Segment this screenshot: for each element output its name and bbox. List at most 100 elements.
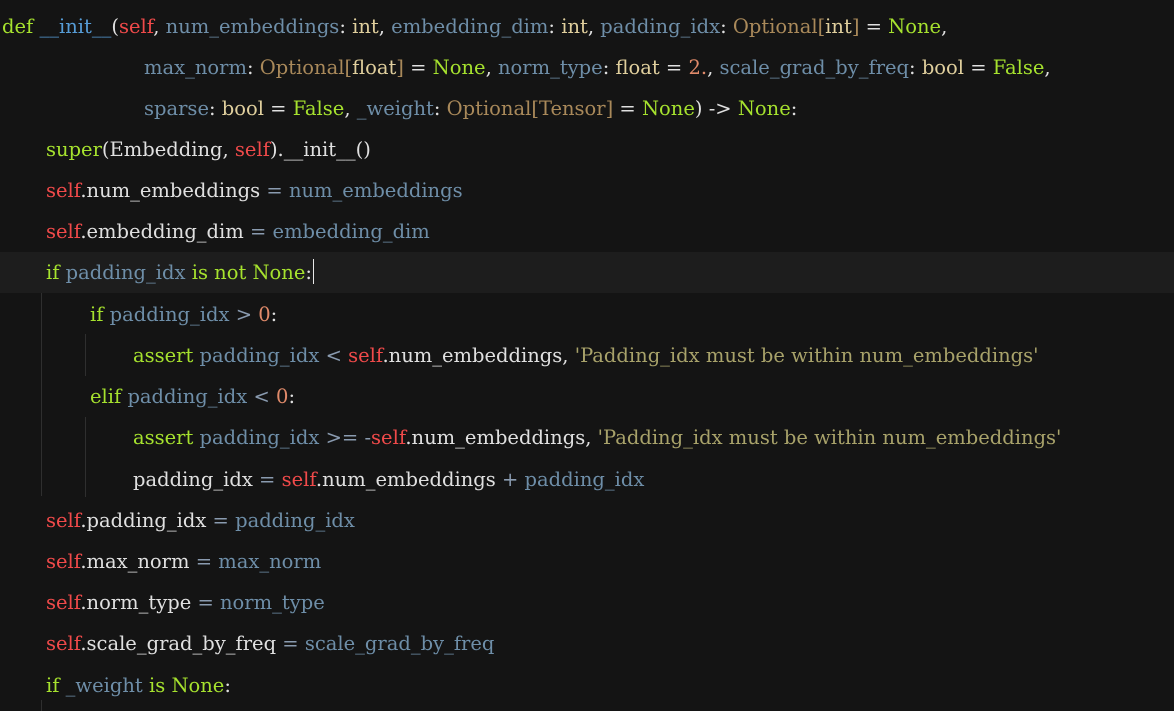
code-token-plain: :: [433, 97, 447, 120]
code-tokens: max_norm: Optional[float] = None, norm_t…: [144, 47, 1051, 88]
code-token-plain: .num_embeddings: [315, 468, 496, 491]
code-token-none-constant: None: [432, 56, 486, 79]
code-token-plain: =: [403, 56, 433, 79]
code-token-plain: ,: [707, 56, 720, 79]
code-token-keyword: is: [148, 674, 166, 697]
code-token-plain: ,: [587, 15, 601, 38]
code-token-plain: :: [288, 385, 296, 408]
code-line[interactable]: super(Embedding, self).__init__(): [0, 129, 1174, 170]
code-token-plain: .scale_grad_by_freq: [80, 632, 277, 655]
text-cursor: [312, 259, 314, 284]
code-token-type-annotation: Optional: [446, 97, 532, 120]
code-token-keyword: if: [46, 674, 60, 697]
code-token-plain: ,: [344, 97, 357, 120]
code-token-type-annotation: [: [344, 56, 353, 79]
code-token-self: self: [46, 179, 81, 202]
code-token-function-name: __init__: [39, 15, 112, 38]
code-token-keyword: assert: [133, 344, 194, 367]
code-token-type-builtin: int: [352, 15, 379, 38]
code-line[interactable]: max_norm: Optional[float] = None, norm_t…: [0, 47, 1174, 88]
code-line[interactable]: self.padding_idx = padding_idx: [0, 500, 1174, 541]
code-line[interactable]: self.embedding_dim = embedding_dim: [0, 211, 1174, 252]
code-line[interactable]: self.max_norm = max_norm: [0, 541, 1174, 582]
code-token-none-constant: None: [888, 15, 942, 38]
code-token-none-constant: None: [641, 97, 695, 120]
code-token-parameter: padding_idx: [235, 509, 355, 532]
code-token-none-constant: None: [252, 261, 306, 284]
code-token-parameter: padding_idx: [127, 385, 248, 408]
code-token-none-constant: False: [292, 97, 345, 120]
code-token-parameter: norm_type: [220, 591, 325, 614]
code-token-self: self: [234, 138, 270, 161]
code-token-none-constant: None: [171, 674, 225, 697]
code-token-type-builtin: int: [561, 15, 588, 38]
code-token-number: 0: [276, 385, 289, 408]
code-token-plain: (Embedding,: [101, 138, 235, 161]
code-token-plain: :: [270, 303, 278, 326]
code-token-parameter: num_embeddings: [288, 179, 463, 202]
code-token-plain: .padding_idx: [80, 509, 207, 532]
code-tokens: self.padding_idx = padding_idx: [46, 500, 355, 541]
code-token-plain: :: [790, 97, 798, 120]
code-token-operator: =: [243, 220, 273, 243]
code-token-plain: =: [659, 56, 689, 79]
code-token-plain: :: [305, 261, 312, 284]
code-token-operator: >= -: [319, 426, 372, 449]
code-line[interactable]: padding_idx = self.num_embeddings + padd…: [0, 459, 1174, 500]
code-token-plain: ) ->: [694, 97, 738, 120]
code-token-plain: .max_norm: [80, 550, 190, 573]
code-token-none-constant: None: [737, 97, 791, 120]
code-line[interactable]: sparse: bool = False, _weight: Optional[…: [0, 88, 1174, 129]
code-token-type-builtin: bool: [921, 56, 965, 79]
code-token-plain: .num_embeddings: [80, 179, 261, 202]
code-token-plain: :: [224, 674, 231, 697]
code-line[interactable]: self.scale_grad_by_freq = scale_grad_by_…: [0, 623, 1174, 664]
code-line[interactable]: assert padding_idx < self.num_embeddings…: [0, 335, 1174, 376]
code-token-plain: ,: [485, 56, 498, 79]
code-token-plain: =: [859, 15, 889, 38]
code-token-keyword: if: [46, 261, 60, 284]
code-line[interactable]: assert padding_idx >= -self.num_embeddin…: [0, 417, 1174, 458]
code-token-keyword: super: [46, 138, 102, 161]
code-tokens: def __init__(self, num_embeddings: int, …: [2, 6, 947, 47]
code-token-parameter: _weight: [356, 97, 434, 120]
code-token-operator: <: [319, 344, 349, 367]
code-token-keyword: is not: [191, 261, 247, 284]
code-token-plain: ,: [378, 15, 392, 38]
code-token-plain: ,: [153, 15, 166, 38]
code-token-plain: ,: [1044, 56, 1051, 79]
code-token-plain: :: [909, 56, 922, 79]
code-line[interactable]: def __init__(self, num_embeddings: int, …: [0, 6, 1174, 47]
code-token-plain: :: [548, 15, 562, 38]
current-line[interactable]: if padding_idx is not None:: [0, 252, 1174, 293]
code-token-none-constant: False: [992, 56, 1045, 79]
code-token-parameter: padding_idx: [65, 261, 186, 284]
code-token-parameter: padding_idx: [600, 15, 721, 38]
code-token-number: 2.: [688, 56, 708, 79]
code-line[interactable]: self.norm_type = norm_type: [0, 582, 1174, 623]
code-tokens: padding_idx = self.num_embeddings + padd…: [133, 459, 644, 500]
code-token-parameter: norm_type: [497, 56, 603, 79]
code-line[interactable]: elif padding_idx < 0:: [0, 376, 1174, 417]
code-token-operator: =: [191, 591, 220, 614]
code-line[interactable]: if padding_idx > 0:: [0, 294, 1174, 335]
code-token-operator: =: [206, 509, 236, 532]
code-token-parameter: scale_grad_by_freq: [719, 56, 910, 79]
code-token-self: self: [46, 220, 81, 243]
code-token-operator: =: [260, 179, 289, 202]
code-token-plain: padding_idx: [133, 468, 253, 491]
code-token-type-builtin: bool: [221, 97, 264, 120]
code-token-plain: .num_embeddings,: [382, 344, 575, 367]
code-line[interactable]: self.num_embeddings = num_embeddings: [0, 170, 1174, 211]
code-token-parameter: _weight: [65, 674, 143, 697]
code-editor[interactable]: def __init__(self, num_embeddings: int, …: [0, 0, 1174, 711]
code-token-plain: :: [246, 56, 260, 79]
code-token-plain: =: [263, 97, 293, 120]
code-token-parameter: max_norm: [218, 550, 322, 573]
code-tokens: elif padding_idx < 0:: [90, 376, 295, 417]
code-line[interactable]: if _weight is None:: [0, 665, 1174, 706]
code-token-operator: =: [252, 468, 282, 491]
code-token-type-builtin: float: [352, 56, 397, 79]
code-token-self: self: [371, 426, 406, 449]
code-token-plain: .num_embeddings,: [405, 426, 598, 449]
